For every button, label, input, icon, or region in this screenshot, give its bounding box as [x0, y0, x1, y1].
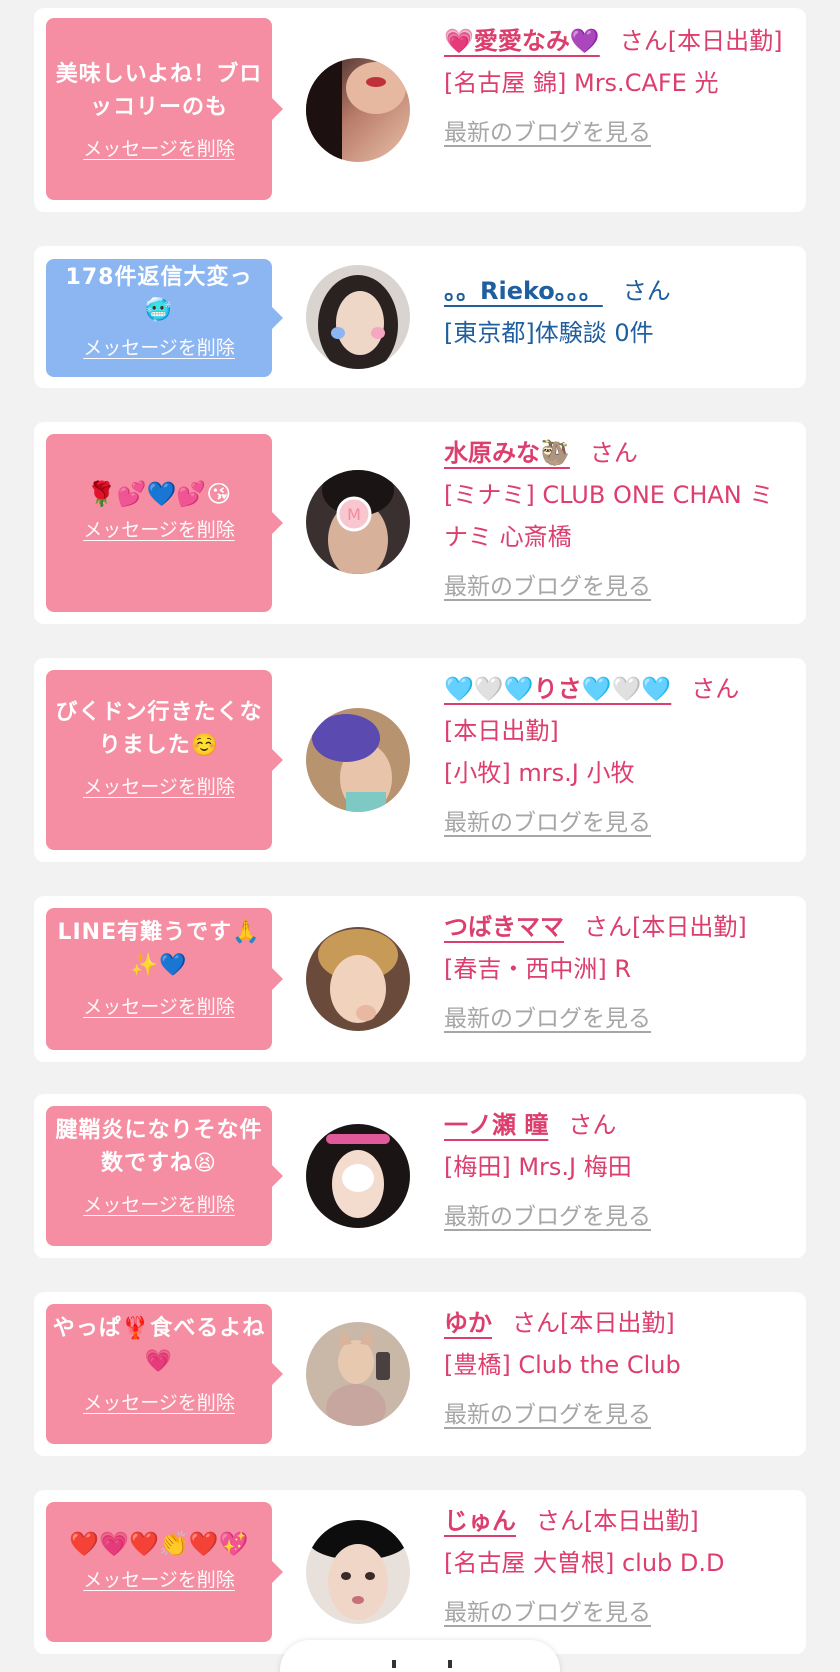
working-today-badge: [本日出勤]: [667, 27, 783, 55]
honorific: さん: [589, 439, 638, 467]
avatar-photo: [306, 265, 410, 369]
list-item: 腱鞘炎になりそな件数ですね😫 メッセージを削除 一ノ瀬 瞳さん [梅田] Mrs…: [34, 1094, 806, 1258]
delete-message-link[interactable]: メッセージを削除: [83, 134, 235, 161]
delete-message-link[interactable]: メッセージを削除: [83, 992, 235, 1019]
working-today-badge: [本日出勤]: [560, 1309, 675, 1337]
delete-message-link[interactable]: メッセージを削除: [83, 515, 235, 542]
working-today-badge: [本日出勤]: [632, 913, 747, 941]
avatar-photo: [306, 708, 410, 812]
message-bubble: びくドン行きたくなりました☺️ メッセージを削除: [46, 670, 283, 850]
page-dot: [448, 1660, 452, 1668]
avatar[interactable]: [306, 1322, 410, 1426]
list-item: LINE有難うです🙏✨💙 メッセージを削除 つばきママ さん[本日出勤] [春吉・…: [34, 896, 806, 1062]
message-text: LINE有難うです🙏✨💙: [57, 920, 261, 978]
user-name-link[interactable]: じゅん: [444, 1507, 516, 1535]
user-info: 。。Rieko。。。 さん [東京都]体験談 0件: [444, 270, 794, 354]
message-text: びくドン行きたくなりました☺️: [55, 700, 263, 758]
avatar-photo: [306, 927, 410, 1031]
avatar-photo: [306, 1520, 410, 1624]
avatar[interactable]: [306, 927, 410, 1031]
message-text: ❤️💗❤️👏❤️💖: [69, 1530, 249, 1558]
message-text: 🌹💕💙💕😘: [86, 480, 232, 508]
avatar[interactable]: [306, 708, 410, 812]
page-dot: [392, 1660, 396, 1668]
avatar-photo: M: [306, 470, 410, 574]
avatar[interactable]: M: [306, 470, 410, 574]
user-name-link[interactable]: 💗愛愛なみ💜: [444, 27, 600, 55]
shop-info: [小牧] mrs.J 小牧: [444, 759, 635, 787]
avatar[interactable]: [306, 265, 410, 369]
list-item: やっぱ🦞食べるよね💗 メッセージを削除 ゆか さん[本日出勤] [豊橋] Club…: [34, 1292, 806, 1456]
shop-info: [梅田] Mrs.J 梅田: [444, 1153, 632, 1181]
avatar-photo: [306, 58, 410, 162]
message-bubble: 🌹💕💙💕😘 メッセージを削除: [46, 434, 283, 612]
list-item: 美味しいよね！ブロッコリーのも メッセージを削除 💗愛愛なみ💜 さん[本日出勤] …: [34, 8, 806, 212]
message-bubble: LINE有難うです🙏✨💙 メッセージを削除: [46, 908, 283, 1050]
latest-blog-link[interactable]: 最新のブログを見る: [444, 802, 794, 844]
avatar[interactable]: [306, 1124, 410, 1228]
working-today-badge: [本日出勤]: [584, 1507, 699, 1535]
latest-blog-link[interactable]: 最新のブログを見る: [444, 112, 794, 154]
avatar[interactable]: [306, 58, 410, 162]
latest-blog-link[interactable]: 最新のブログを見る: [444, 1196, 794, 1238]
shop-info: [春吉・西中洲] R: [444, 955, 632, 983]
avatar-photo: [306, 1124, 410, 1228]
shop-info: [東京都]体験談 0件: [444, 319, 654, 347]
delete-message-link[interactable]: メッセージを削除: [83, 333, 235, 360]
shop-info: [名古屋 錦] Mrs.CAFE 光: [444, 69, 719, 97]
latest-blog-link[interactable]: 最新のブログを見る: [444, 566, 794, 608]
list-item: びくドン行きたくなりました☺️ メッセージを削除 🩵🤍🩵りさ🩵🤍🩵 さん [本日出…: [34, 658, 806, 862]
shop-info: [ミナミ] CLUB ONE CHAN ミナミ 心斎橋: [444, 481, 774, 551]
delete-message-link[interactable]: メッセージを削除: [83, 1190, 235, 1217]
honorific: さん: [584, 913, 632, 941]
honorific: さん: [536, 1507, 584, 1535]
svg-text:M: M: [347, 505, 361, 524]
working-today-badge: [本日出勤]: [444, 717, 559, 745]
honorific: さん: [691, 675, 740, 703]
bottom-pagination-bar[interactable]: [280, 1640, 560, 1672]
message-bubble: やっぱ🦞食べるよね💗 メッセージを削除: [46, 1304, 283, 1444]
honorific: さん: [619, 27, 668, 55]
user-info: 🩵🤍🩵りさ🩵🤍🩵 さん [本日出勤] [小牧] mrs.J 小牧 最新のブログを見…: [444, 668, 794, 844]
user-info: つばきママ さん[本日出勤] [春吉・西中洲] R 最新のブログを見る: [444, 906, 794, 1040]
message-text: 178件返信大変っ🥶: [65, 265, 253, 323]
user-info: 💗愛愛なみ💜 さん[本日出勤] [名古屋 錦] Mrs.CAFE 光 最新のブログ…: [444, 20, 794, 154]
delete-message-link[interactable]: メッセージを削除: [83, 1388, 235, 1415]
latest-blog-link[interactable]: 最新のブログを見る: [444, 998, 794, 1040]
avatar[interactable]: [306, 1520, 410, 1624]
message-text: 美味しいよね！ブロッコリーのも: [55, 62, 263, 120]
user-name-link[interactable]: ゆか: [444, 1309, 492, 1337]
message-text: やっぱ🦞食べるよね💗: [52, 1316, 266, 1374]
shop-info: [豊橋] Club the Club: [444, 1351, 681, 1379]
message-text: 腱鞘炎になりそな件数ですね😫: [55, 1118, 263, 1176]
user-name-link[interactable]: つばきママ: [444, 913, 564, 941]
list-item: ❤️💗❤️👏❤️💖 メッセージを削除 じゅん さん[本日出勤] [名古屋 大曽根]…: [34, 1490, 806, 1654]
message-bubble: 178件返信大変っ🥶 メッセージを削除: [46, 259, 283, 377]
honorific: さん: [568, 1111, 617, 1139]
honorific: さん: [622, 277, 671, 305]
user-name-link[interactable]: 一ノ瀬 瞳: [444, 1111, 548, 1139]
user-info: 一ノ瀬 瞳さん [梅田] Mrs.J 梅田 最新のブログを見る: [444, 1104, 794, 1238]
message-bubble: 美味しいよね！ブロッコリーのも メッセージを削除: [46, 18, 283, 200]
user-info: じゅん さん[本日出勤] [名古屋 大曽根] club D.D 最新のブログを見る: [444, 1500, 794, 1634]
user-name-link[interactable]: 水原みな🦥: [444, 439, 570, 467]
message-bubble: 腱鞘炎になりそな件数ですね😫 メッセージを削除: [46, 1106, 283, 1246]
delete-message-link[interactable]: メッセージを削除: [83, 1565, 235, 1592]
honorific: さん: [512, 1309, 560, 1337]
message-bubble: ❤️💗❤️👏❤️💖 メッセージを削除: [46, 1502, 283, 1642]
user-info: ゆか さん[本日出勤] [豊橋] Club the Club 最新のブログを見る: [444, 1302, 794, 1436]
user-name-link[interactable]: 🩵🤍🩵りさ🩵🤍🩵: [444, 675, 671, 703]
delete-message-link[interactable]: メッセージを削除: [83, 772, 235, 799]
user-info: 水原みな🦥 さん [ミナミ] CLUB ONE CHAN ミナミ 心斎橋 最新のブ…: [444, 432, 794, 608]
user-name-link[interactable]: 。。Rieko。。。: [444, 277, 603, 305]
shop-info: [名古屋 大曽根] club D.D: [444, 1549, 725, 1577]
list-item: 178件返信大変っ🥶 メッセージを削除 。。Rieko。。。 さん [東京都]体験…: [34, 246, 806, 388]
latest-blog-link[interactable]: 最新のブログを見る: [444, 1394, 794, 1436]
avatar-photo: [306, 1322, 410, 1426]
latest-blog-link[interactable]: 最新のブログを見る: [444, 1592, 794, 1634]
list-item: 🌹💕💙💕😘 メッセージを削除 M 水原みな🦥 さん [ミナミ] CLUB ONE …: [34, 422, 806, 624]
